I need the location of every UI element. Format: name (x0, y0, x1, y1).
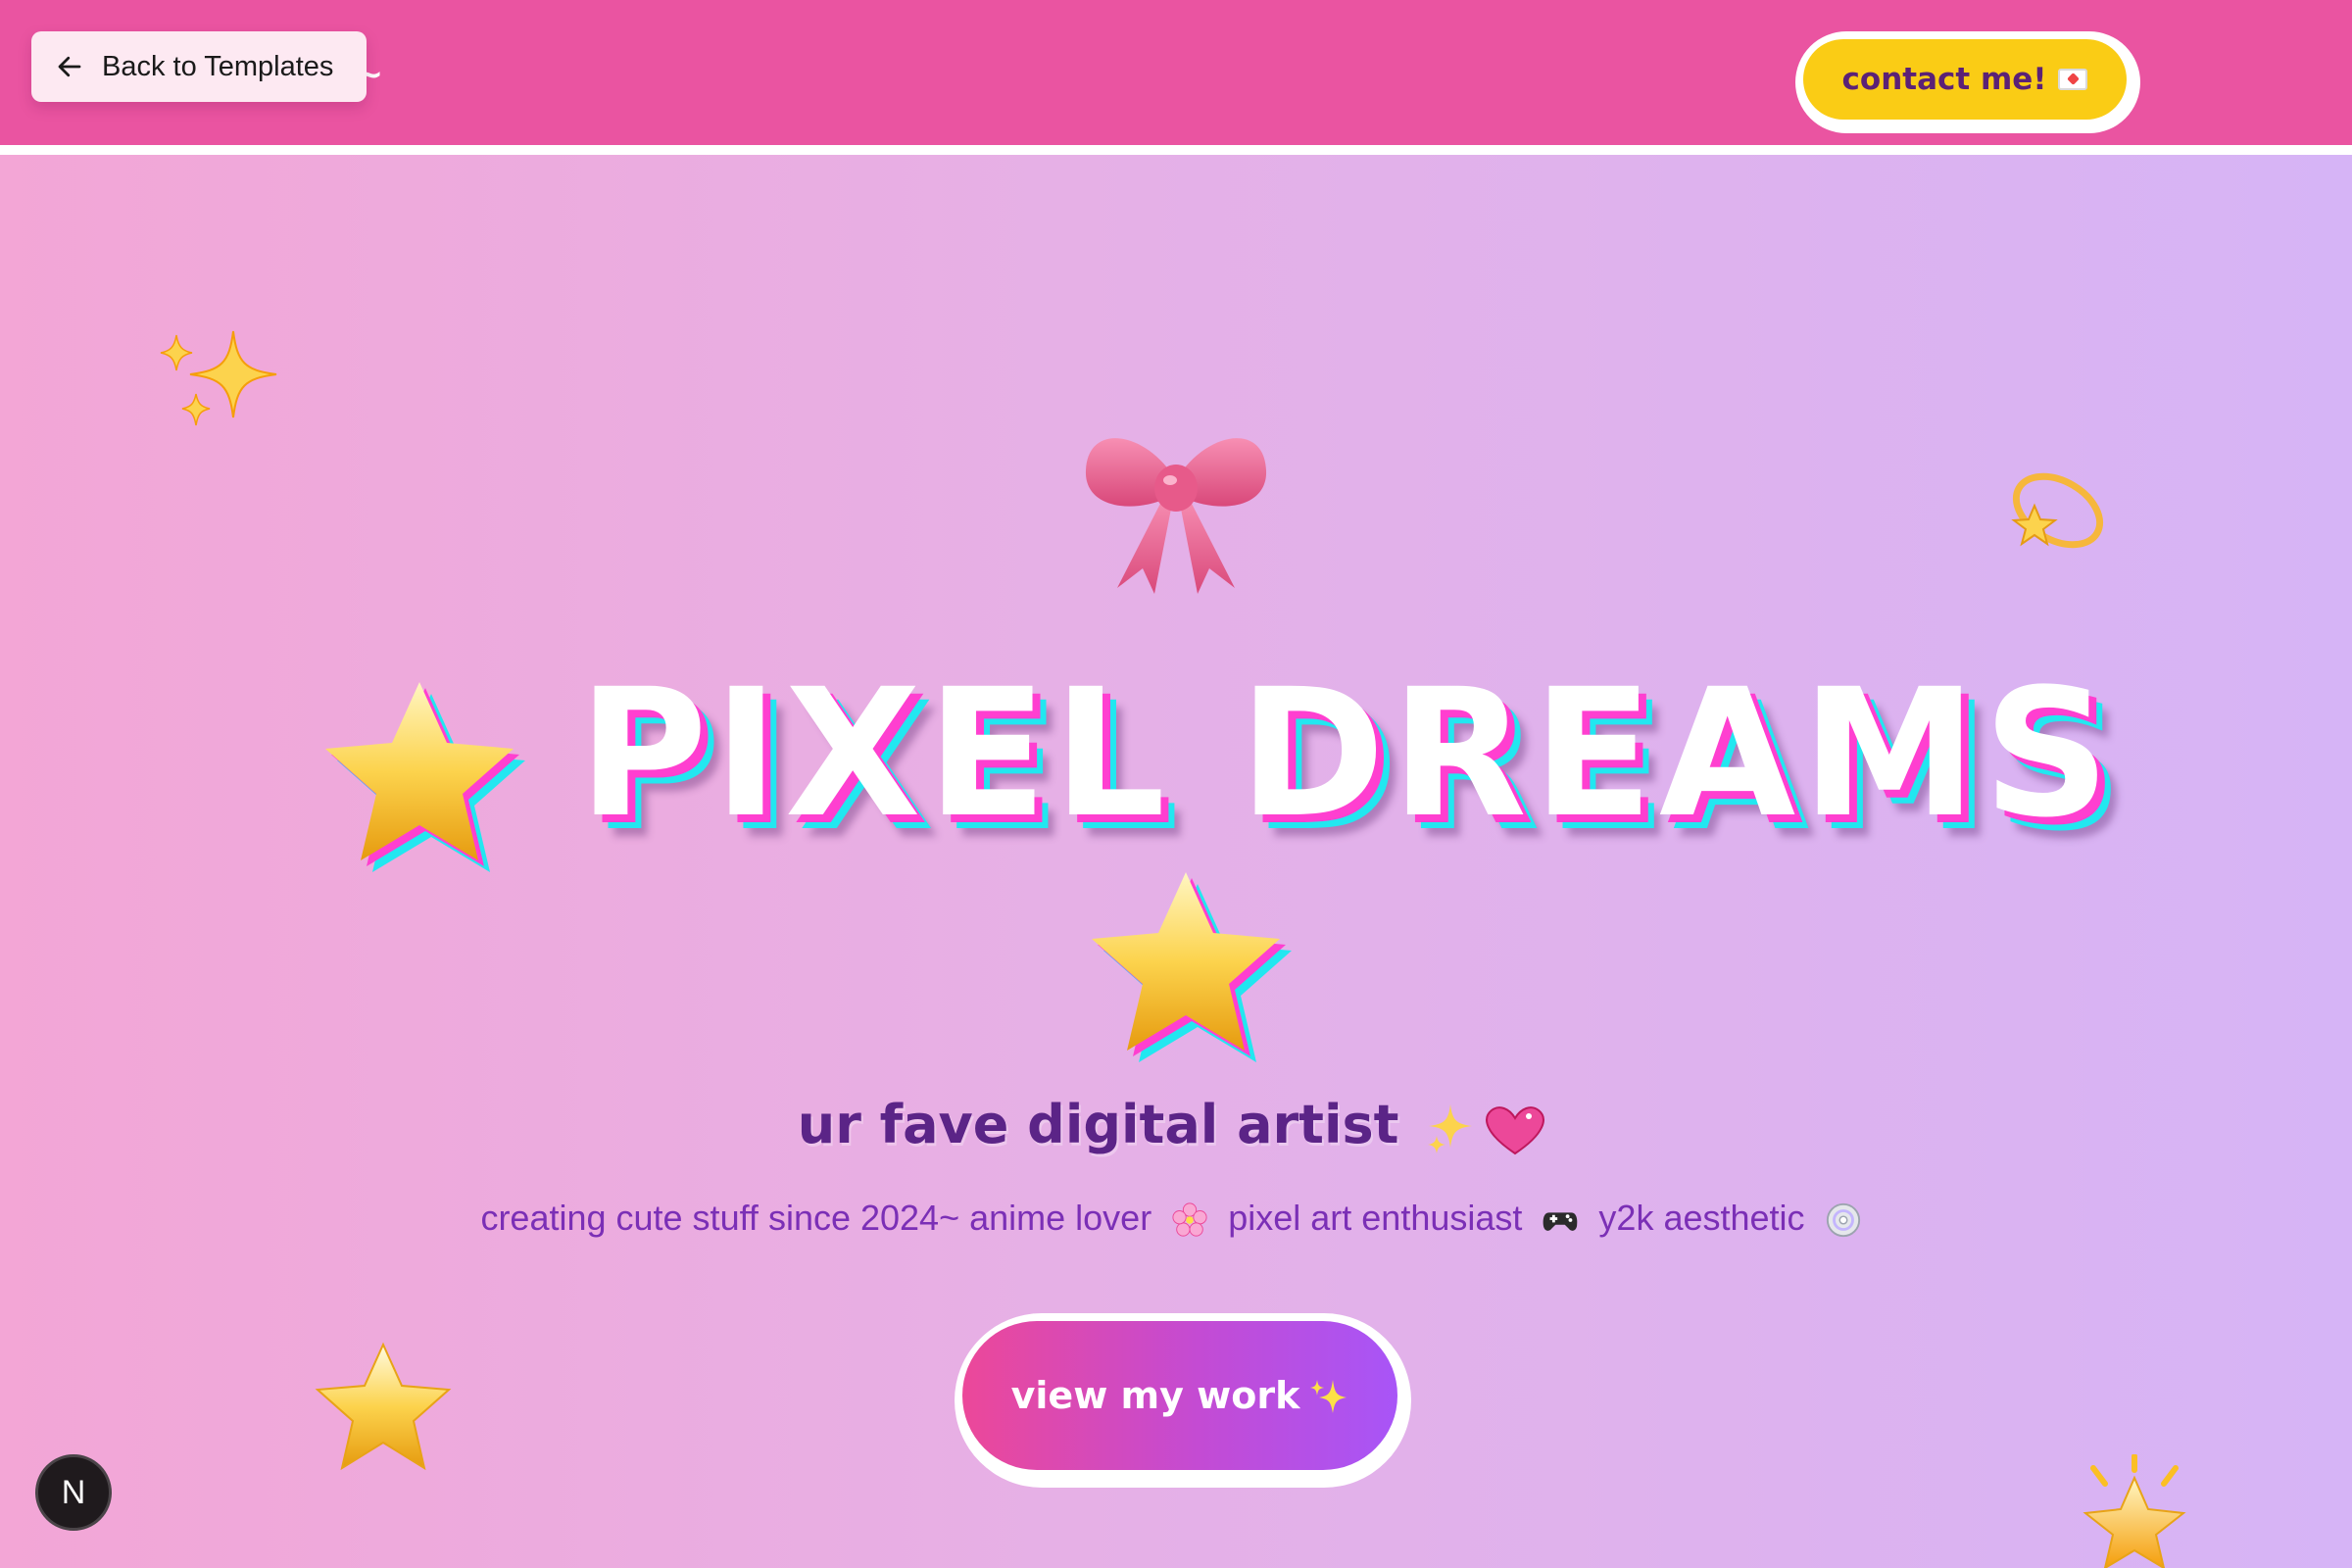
dvd-icon (1826, 1203, 1860, 1238)
star-icon (1092, 872, 1292, 1062)
contact-button-outline: contact me! (1795, 31, 2140, 133)
subtitle-text: ur fave digital artist (797, 1094, 1399, 1155)
hero-subtitle: ur fave digital artist (0, 1094, 2352, 1157)
sparkles-icon (1310, 1380, 1348, 1413)
tagline-part-3: y2k aesthetic (1598, 1198, 1805, 1238)
star-icon (315, 1342, 452, 1471)
back-button-label: Back to Templates (102, 50, 334, 82)
love-letter-icon (2058, 69, 2088, 90)
view-my-work-button[interactable]: view my work (962, 1321, 1397, 1470)
contact-button[interactable]: contact me! (1803, 39, 2127, 120)
glowing-star-icon (2082, 1454, 2186, 1568)
back-to-templates-button[interactable]: Back to Templates (31, 31, 367, 102)
cta-button-outline: view my work (955, 1313, 1411, 1488)
sparkles-heart-icon (1428, 1104, 1545, 1155)
dev-badge-letter: N (61, 1473, 86, 1511)
sparkles-icon (160, 330, 277, 426)
cta-button-label: view my work (1010, 1374, 1300, 1417)
arrow-left-icon (58, 56, 81, 77)
cherry-blossom-icon (1172, 1202, 1207, 1238)
dizzy-star-icon (2011, 472, 2104, 549)
contact-button-label: contact me! (1841, 62, 2047, 97)
game-controller-icon (1544, 1212, 1578, 1232)
hero-tagline: creating cute stuff since 2024~ anime lo… (0, 1198, 2352, 1239)
ribbon-bow-icon (1085, 438, 1267, 594)
dev-tools-badge[interactable]: N (35, 1454, 112, 1531)
tagline-part-1: creating cute stuff since 2024~ anime lo… (480, 1198, 1152, 1238)
hero-title: PIXEL DREAMS (578, 652, 2117, 857)
tagline-part-2: pixel art enthusiast (1228, 1198, 1523, 1238)
star-icon (325, 682, 525, 872)
